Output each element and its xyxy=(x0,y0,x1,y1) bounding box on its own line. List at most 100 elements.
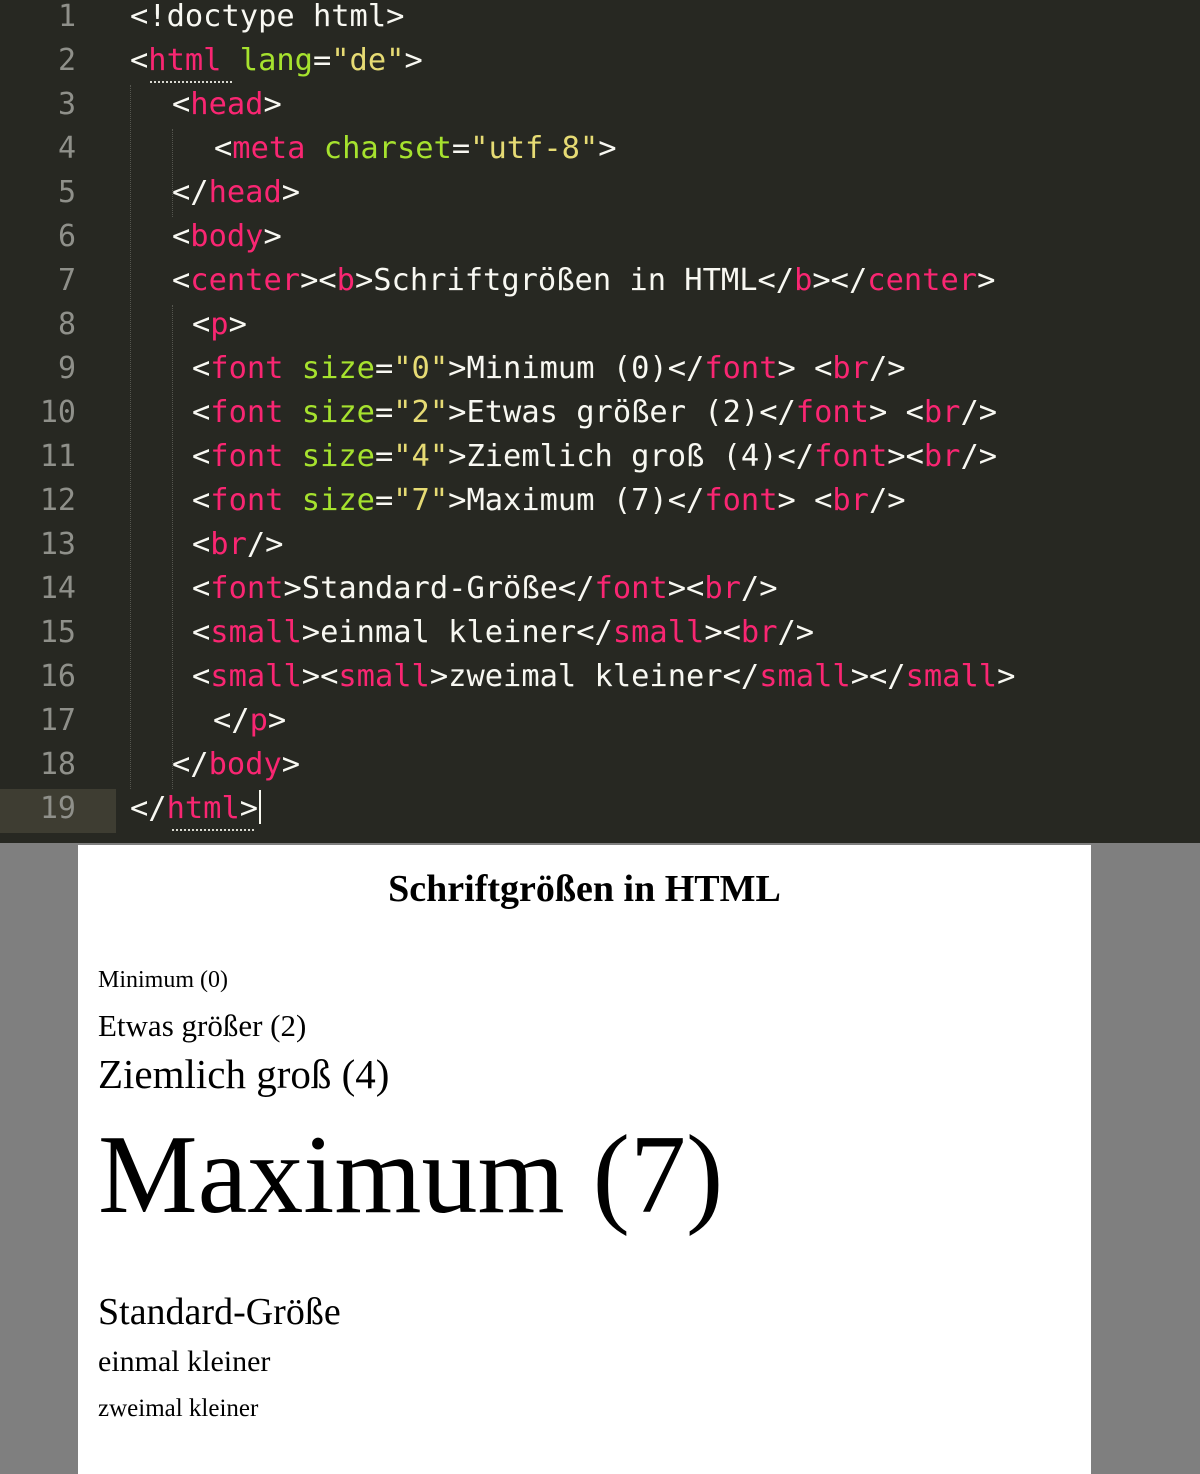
code-text: <body> xyxy=(172,217,282,261)
gutter-cell: 12 xyxy=(0,481,116,525)
text-token: > xyxy=(228,307,247,342)
code-text: </p> xyxy=(213,701,286,745)
text-token: < xyxy=(192,395,211,430)
gutter-cell: 5 xyxy=(0,173,116,217)
preview-etwas-groesser: Etwas größer (2) xyxy=(98,1008,307,1043)
text-token: >Ziemlich groß (4)</ xyxy=(448,439,815,474)
attribute-token: lang xyxy=(239,43,313,78)
text-token: < xyxy=(192,615,211,650)
code-line[interactable]: 17 </p> xyxy=(0,701,1200,745)
gutter-cell: 16 xyxy=(0,657,116,701)
text-token: > xyxy=(239,791,259,826)
tag-token: meta xyxy=(232,131,306,166)
code-line[interactable]: 4 <meta charset="utf-8"> xyxy=(0,129,1200,173)
code-line[interactable]: 16 <small><small>zweimal kleiner</small><… xyxy=(0,657,1200,701)
tag-token: html xyxy=(166,791,240,826)
gutter-cell: 4 xyxy=(0,129,116,173)
tag-token: head xyxy=(208,175,282,210)
code-text: <br/> xyxy=(192,525,283,569)
code-line[interactable]: 1 <!doctype html> xyxy=(0,0,1200,41)
code-line[interactable]: 10 <font size="2">Etwas größer (2)</font>… xyxy=(0,393,1200,437)
code-text: <html lang="de"> xyxy=(130,41,423,85)
gutter-cell: 7 xyxy=(0,261,116,305)
line-number: 19 xyxy=(39,791,76,826)
string-token: "2" xyxy=(393,395,449,430)
tag-token: font xyxy=(210,351,284,386)
string-token: "0" xyxy=(393,351,449,386)
code-line[interactable]: 15 <small>einmal kleiner</small><br/> xyxy=(0,613,1200,657)
text-token: = xyxy=(374,483,394,518)
line-number: 9 xyxy=(57,351,76,386)
text-token: < xyxy=(192,351,211,386)
tag-token: font xyxy=(210,395,284,430)
code-line[interactable]: 11 <font size="4">Ziemlich groß (4)</font… xyxy=(0,437,1200,481)
text-token: /> xyxy=(868,351,906,386)
string-token: "utf-8" xyxy=(470,131,599,166)
preview-einmal-kleiner: einmal kleiner xyxy=(98,1345,271,1378)
tag-token: p xyxy=(249,703,268,738)
text-token: < xyxy=(214,131,233,166)
preview-ziemlich-gross: Ziemlich groß (4) xyxy=(98,1051,390,1097)
text-token: = xyxy=(374,439,394,474)
code-line[interactable]: 6 <body> xyxy=(0,217,1200,261)
text-token: </ xyxy=(213,703,250,738)
text-token: >Etwas größer (2)</ xyxy=(448,395,796,430)
tag-token: font xyxy=(594,571,668,606)
gutter-cell: 14 xyxy=(0,569,116,613)
text-token: /> xyxy=(960,439,998,474)
code-line[interactable]: 2 <html lang="de"> xyxy=(0,41,1200,85)
tag-token: html xyxy=(148,43,222,78)
text-token: /> xyxy=(960,395,998,430)
tag-token: br xyxy=(832,483,869,518)
tag-token: small xyxy=(759,659,851,694)
code-text: </body> xyxy=(172,745,300,789)
code-text: <font size="0">Minimum (0)</font> <br/> xyxy=(192,349,906,393)
line-number: 11 xyxy=(39,439,76,474)
code-line[interactable]: 3 <head> xyxy=(0,85,1200,129)
tag-token: small xyxy=(612,615,705,650)
code-line[interactable]: 14 <font>Standard-Größe</font><br/> xyxy=(0,569,1200,613)
tag-token: br xyxy=(210,527,247,562)
text-token: < xyxy=(172,87,191,122)
code-line[interactable]: 9 <font size="0">Minimum (0)</font> <br/> xyxy=(0,349,1200,393)
code-line[interactable]: 7 <center><b>Schriftgrößen in HTML</b></c… xyxy=(0,261,1200,305)
gutter-cell: 1 xyxy=(0,0,116,41)
text-token: /> xyxy=(740,571,778,606)
text-token: < xyxy=(192,571,211,606)
tag-token: font xyxy=(704,351,778,386)
text-token: >einmal kleiner</ xyxy=(301,615,613,650)
code-line[interactable]: 5 </head> xyxy=(0,173,1200,217)
tag-token: br xyxy=(832,351,869,386)
line-number: 10 xyxy=(39,395,76,430)
code-line[interactable]: 18 </body> xyxy=(0,745,1200,789)
gutter-cell: 13 xyxy=(0,525,116,569)
string-token: "7" xyxy=(393,483,449,518)
indent-guide xyxy=(172,305,173,789)
code-line[interactable]: 8 <p> xyxy=(0,305,1200,349)
text-token: < xyxy=(192,659,211,694)
text-token: > xyxy=(997,659,1016,694)
gutter-cell: 8 xyxy=(0,305,116,349)
tag-token: body xyxy=(208,747,282,782)
text-token: >< xyxy=(300,263,337,298)
preview-standard: Standard-Größe xyxy=(98,1291,341,1333)
text-token: = xyxy=(374,395,394,430)
code-line[interactable]: 19 </html> xyxy=(0,789,1200,833)
tag-token: font xyxy=(814,439,888,474)
attribute-token: charset xyxy=(323,131,452,166)
tag-token: head xyxy=(190,87,264,122)
code-editor[interactable]: 1 <!doctype html> 2 <html lang="de"> 3 <head>… xyxy=(0,0,1200,843)
line-number: 14 xyxy=(39,571,76,606)
attribute-token: size xyxy=(301,351,375,386)
text-token: /> xyxy=(777,615,815,650)
text-token: >< xyxy=(887,439,924,474)
code-line[interactable]: 13 <br/> xyxy=(0,525,1200,569)
code-line[interactable]: 12 <font size="7">Maximum (7)</font> <br/… xyxy=(0,481,1200,525)
tag-token: br xyxy=(704,571,741,606)
line-number: 2 xyxy=(57,43,76,78)
text-token: > < xyxy=(777,351,833,386)
line-number: 7 xyxy=(57,263,76,298)
text-token: < xyxy=(192,439,211,474)
